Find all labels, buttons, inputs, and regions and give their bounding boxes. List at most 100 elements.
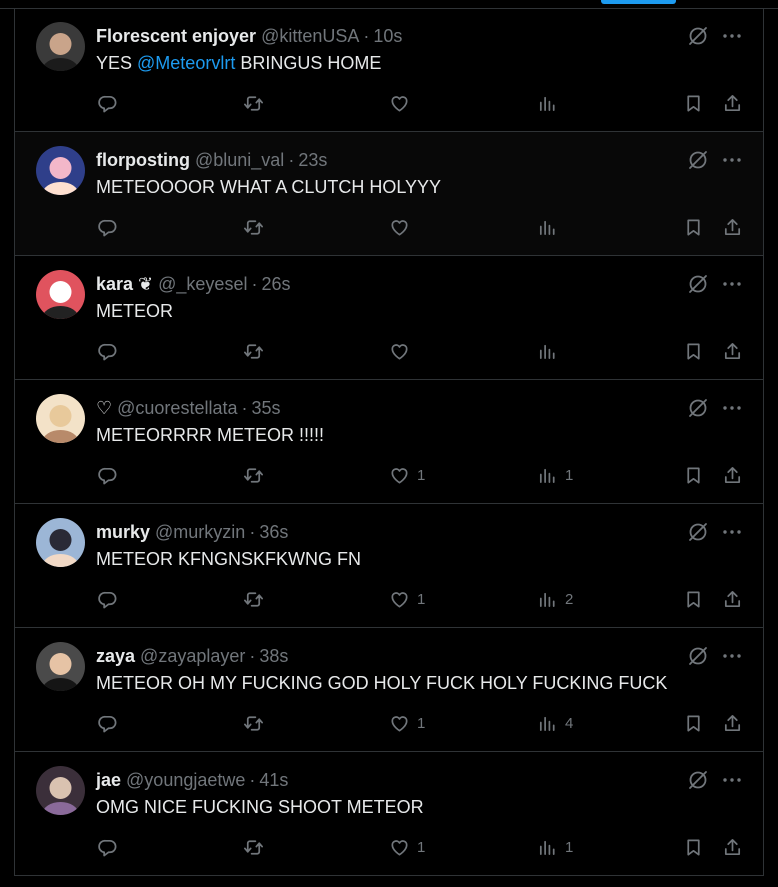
avatar[interactable] <box>36 518 85 567</box>
timestamp[interactable]: 23s <box>298 150 327 171</box>
bookmark-button[interactable] <box>683 92 704 114</box>
tweet[interactable]: ♡ @cuorestellata · 35s METEORRRR METEOR … <box>15 380 763 504</box>
tweet[interactable]: jae @youngjaetwe · 41s OMG NICE FUCKING … <box>15 752 763 876</box>
tweet[interactable]: zaya @zayaplayer · 38s METEOR OH MY FUCK… <box>15 628 763 752</box>
bookmark-button[interactable] <box>683 340 704 362</box>
share-button[interactable] <box>722 216 743 238</box>
views-button[interactable]: 2 <box>537 588 573 610</box>
retweet-icon <box>244 715 263 731</box>
retweet-button[interactable] <box>243 216 264 238</box>
user-handle[interactable]: @kittenUSA <box>261 26 359 47</box>
user-handle[interactable]: @cuorestellata <box>117 398 237 419</box>
grok-icon[interactable] <box>687 273 709 295</box>
grok-icon[interactable] <box>687 397 709 419</box>
display-name[interactable]: Florescent enjoyer <box>96 26 256 47</box>
share-icon <box>724 342 741 359</box>
avatar[interactable] <box>36 146 85 195</box>
tweet[interactable]: florposting @bluni_val · 23s METEOOOOR W… <box>15 132 763 256</box>
views-button[interactable]: 1 <box>537 464 573 486</box>
tweet-text-start: METEOR <box>96 301 174 321</box>
bookmark-button[interactable] <box>683 588 704 610</box>
display-name[interactable]: murky <box>96 522 150 543</box>
more-options-icon[interactable] <box>721 397 743 419</box>
user-handle[interactable]: @zayaplayer <box>140 646 245 667</box>
grok-icon[interactable] <box>687 25 709 47</box>
more-options-icon[interactable] <box>721 149 743 171</box>
bookmark-button[interactable] <box>683 712 704 734</box>
bookmark-button[interactable] <box>683 216 704 238</box>
share-button[interactable] <box>722 836 743 858</box>
grok-icon[interactable] <box>687 645 709 667</box>
tweet[interactable]: Florescent enjoyer @kittenUSA · 10s YES … <box>15 8 763 132</box>
user-handle[interactable]: @youngjaetwe <box>126 770 245 791</box>
views-button[interactable]: 4 <box>537 712 573 734</box>
like-button[interactable] <box>389 340 417 362</box>
views-button[interactable]: 1 <box>537 836 573 858</box>
timestamp[interactable]: 35s <box>251 398 280 419</box>
reply-button[interactable] <box>97 712 118 734</box>
avatar[interactable] <box>36 394 85 443</box>
timestamp[interactable]: 10s <box>373 26 402 47</box>
retweet-icon <box>244 343 263 359</box>
avatar[interactable] <box>36 766 85 815</box>
reply-feed: Florescent enjoyer @kittenUSA · 10s YES … <box>14 8 764 876</box>
retweet-button[interactable] <box>243 588 264 610</box>
timestamp[interactable]: 26s <box>261 274 290 295</box>
tweet[interactable]: kara ❦ @_keyesel · 26s METEOR <box>15 256 763 380</box>
like-button[interactable] <box>389 216 417 238</box>
like-button[interactable] <box>389 92 417 114</box>
views-button[interactable] <box>537 216 565 238</box>
grok-icon[interactable] <box>687 521 709 543</box>
tweet[interactable]: murky @murkyzin · 36s METEOR KFNGNSKFKWN… <box>15 504 763 628</box>
views-icon <box>539 96 555 111</box>
avatar[interactable] <box>36 270 85 319</box>
views-button[interactable] <box>537 340 565 362</box>
reply-button[interactable] <box>97 216 118 238</box>
timestamp[interactable]: 36s <box>259 522 288 543</box>
display-name[interactable]: kara <box>96 274 133 295</box>
reply-button[interactable] <box>97 340 118 362</box>
more-options-icon[interactable] <box>721 645 743 667</box>
grok-icon[interactable] <box>687 149 709 171</box>
share-button[interactable] <box>722 340 743 362</box>
views-button[interactable] <box>537 92 565 114</box>
like-button[interactable]: 1 <box>389 712 425 734</box>
bookmark-icon <box>687 342 700 360</box>
avatar[interactable] <box>36 22 85 71</box>
display-name[interactable]: zaya <box>96 646 135 667</box>
share-button[interactable] <box>722 464 743 486</box>
reply-button[interactable] <box>97 836 118 858</box>
like-button[interactable]: 1 <box>389 464 425 486</box>
share-button[interactable] <box>722 588 743 610</box>
grok-icon[interactable] <box>687 769 709 791</box>
timestamp[interactable]: 41s <box>259 770 288 791</box>
retweet-button[interactable] <box>243 464 264 486</box>
mention-link[interactable]: @Meteorvlrt <box>137 53 235 73</box>
more-options-icon[interactable] <box>721 273 743 295</box>
bookmark-button[interactable] <box>683 836 704 858</box>
more-options-icon[interactable] <box>721 25 743 47</box>
views-count: 1 <box>565 466 574 484</box>
user-handle[interactable]: @bluni_val <box>195 150 284 171</box>
reply-button[interactable] <box>97 588 118 610</box>
views-count: 1 <box>565 838 574 856</box>
like-button[interactable]: 1 <box>389 588 425 610</box>
display-name[interactable]: jae <box>96 770 121 791</box>
user-handle[interactable]: @_keyesel <box>158 274 247 295</box>
display-name[interactable]: florposting <box>96 150 190 171</box>
more-options-icon[interactable] <box>721 521 743 543</box>
retweet-button[interactable] <box>243 712 264 734</box>
retweet-button[interactable] <box>243 340 264 362</box>
retweet-button[interactable] <box>243 92 264 114</box>
reply-button[interactable] <box>97 464 118 486</box>
bookmark-button[interactable] <box>683 464 704 486</box>
reply-button[interactable] <box>97 92 118 114</box>
like-button[interactable]: 1 <box>389 836 425 858</box>
user-handle[interactable]: @murkyzin <box>155 522 245 543</box>
share-button[interactable] <box>722 92 743 114</box>
timestamp[interactable]: 38s <box>259 646 288 667</box>
retweet-button[interactable] <box>243 836 264 858</box>
share-button[interactable] <box>722 712 743 734</box>
avatar[interactable] <box>36 642 85 691</box>
more-options-icon[interactable] <box>721 769 743 791</box>
